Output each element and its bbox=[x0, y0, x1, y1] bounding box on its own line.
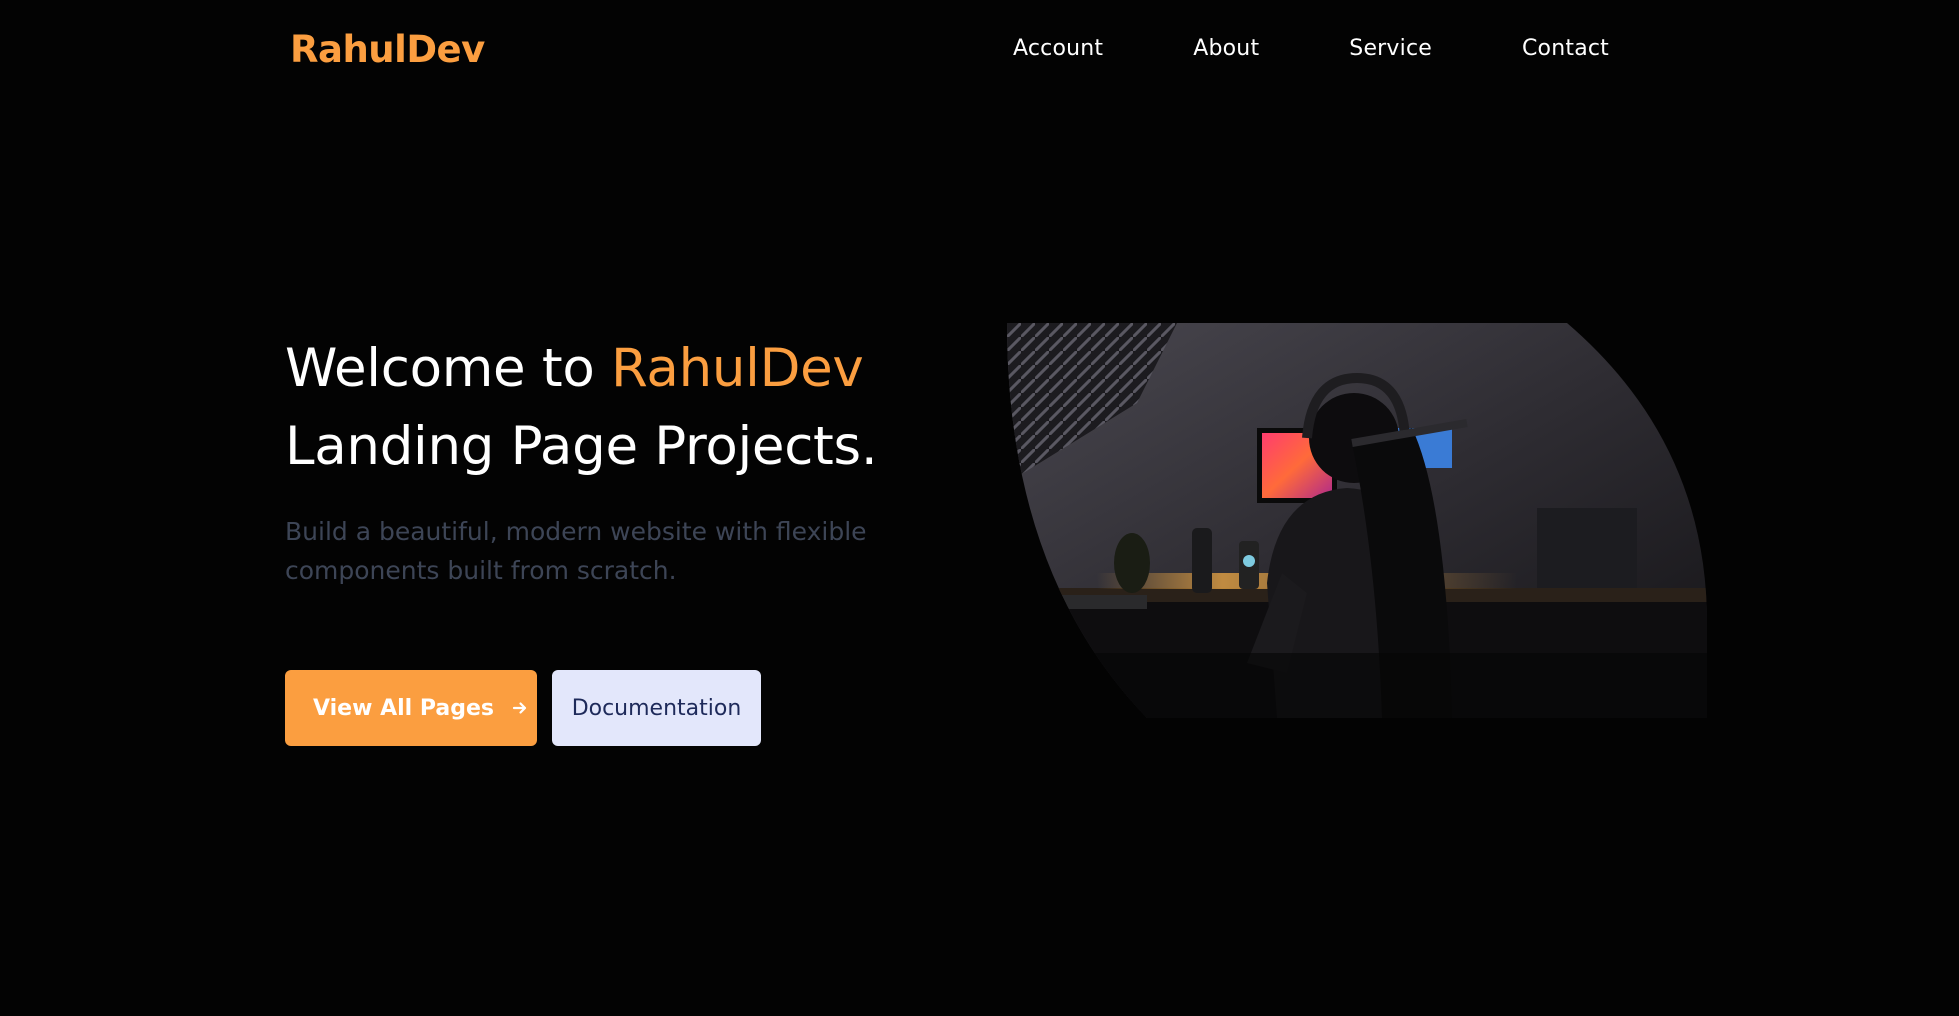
nav-item-account[interactable]: Account bbox=[1013, 36, 1103, 61]
arrow-right-icon bbox=[512, 700, 528, 716]
site-logo[interactable]: RahulDev bbox=[290, 28, 485, 71]
main-nav: Account About Service Contact bbox=[1013, 36, 1609, 61]
hero-title-line2: Landing Page Projects. bbox=[285, 416, 878, 477]
view-all-pages-button[interactable]: View All Pages bbox=[285, 670, 537, 746]
nav-item-service[interactable]: Service bbox=[1349, 36, 1432, 61]
hero-title: Welcome to RahulDev Landing Page Project… bbox=[285, 330, 878, 486]
hero-subtitle: Build a beautiful, modern website with f… bbox=[285, 517, 867, 585]
hero-image bbox=[1007, 323, 1707, 718]
documentation-button[interactable]: Documentation bbox=[552, 670, 761, 746]
nav-item-about[interactable]: About bbox=[1193, 36, 1259, 61]
view-all-pages-label: View All Pages bbox=[313, 695, 494, 721]
nav-item-contact[interactable]: Contact bbox=[1522, 36, 1609, 61]
landing-page: RahulDev Account About Service Contact W… bbox=[0, 0, 1959, 1016]
hero-title-accent: RahulDev bbox=[611, 338, 864, 399]
documentation-label: Documentation bbox=[571, 695, 742, 721]
hero-title-prefix: Welcome to bbox=[285, 338, 612, 399]
